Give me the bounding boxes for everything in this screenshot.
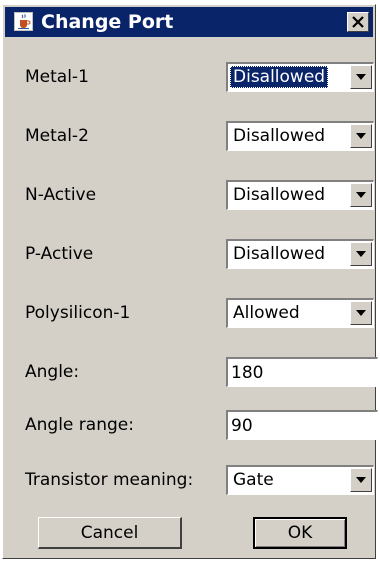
chevron-down-icon <box>356 192 366 198</box>
metal-2-label: Metal-2 <box>25 126 89 146</box>
cancel-button[interactable]: Cancel <box>38 517 182 549</box>
p-active-select[interactable]: Disallowed <box>226 239 374 269</box>
metal-2-value: Disallowed <box>233 126 326 146</box>
transistor-meaning-label: Transistor meaning: <box>25 470 194 490</box>
ok-button[interactable]: OK <box>253 517 347 549</box>
metal-2-dropdown-button[interactable] <box>350 124 372 148</box>
chevron-down-icon <box>356 74 366 80</box>
angle-range-input[interactable] <box>226 410 378 440</box>
chevron-down-icon <box>356 310 366 316</box>
metal-1-label: Metal-1 <box>25 67 89 87</box>
metal-2-select[interactable]: Disallowed <box>226 121 374 151</box>
metal-1-select[interactable]: Disallowed <box>226 62 374 92</box>
p-active-label: P-Active <box>25 244 94 264</box>
transistor-meaning-value: Gate <box>233 470 274 490</box>
n-active-select[interactable]: Disallowed <box>226 180 374 210</box>
polysilicon-1-select[interactable]: Allowed <box>226 298 374 328</box>
close-icon <box>352 16 364 28</box>
chevron-down-icon <box>356 477 366 483</box>
change-port-dialog: Change Port Metal-1 Disallowed Metal-2 D… <box>2 4 378 559</box>
metal-1-value: Disallowed <box>230 66 329 88</box>
n-active-dropdown-button[interactable] <box>350 183 372 207</box>
p-active-value: Disallowed <box>233 244 326 264</box>
dialog-title: Change Port <box>41 11 174 33</box>
transistor-meaning-select[interactable]: Gate <box>226 465 374 495</box>
angle-range-label: Angle range: <box>25 415 134 435</box>
angle-label: Angle: <box>25 362 80 382</box>
polysilicon-1-dropdown-button[interactable] <box>350 301 372 325</box>
java-cup-icon <box>14 12 33 31</box>
chevron-down-icon <box>356 133 366 139</box>
transistor-meaning-dropdown-button[interactable] <box>350 468 372 492</box>
title-bar[interactable]: Change Port <box>5 7 373 37</box>
polysilicon-1-value: Allowed <box>233 303 300 323</box>
n-active-value: Disallowed <box>233 185 326 205</box>
close-button[interactable] <box>347 12 369 32</box>
n-active-label: N-Active <box>25 185 97 205</box>
chevron-down-icon <box>356 251 366 257</box>
polysilicon-1-label: Polysilicon-1 <box>25 303 131 323</box>
angle-input[interactable] <box>226 357 378 387</box>
p-active-dropdown-button[interactable] <box>350 242 372 266</box>
metal-1-dropdown-button[interactable] <box>350 65 372 89</box>
